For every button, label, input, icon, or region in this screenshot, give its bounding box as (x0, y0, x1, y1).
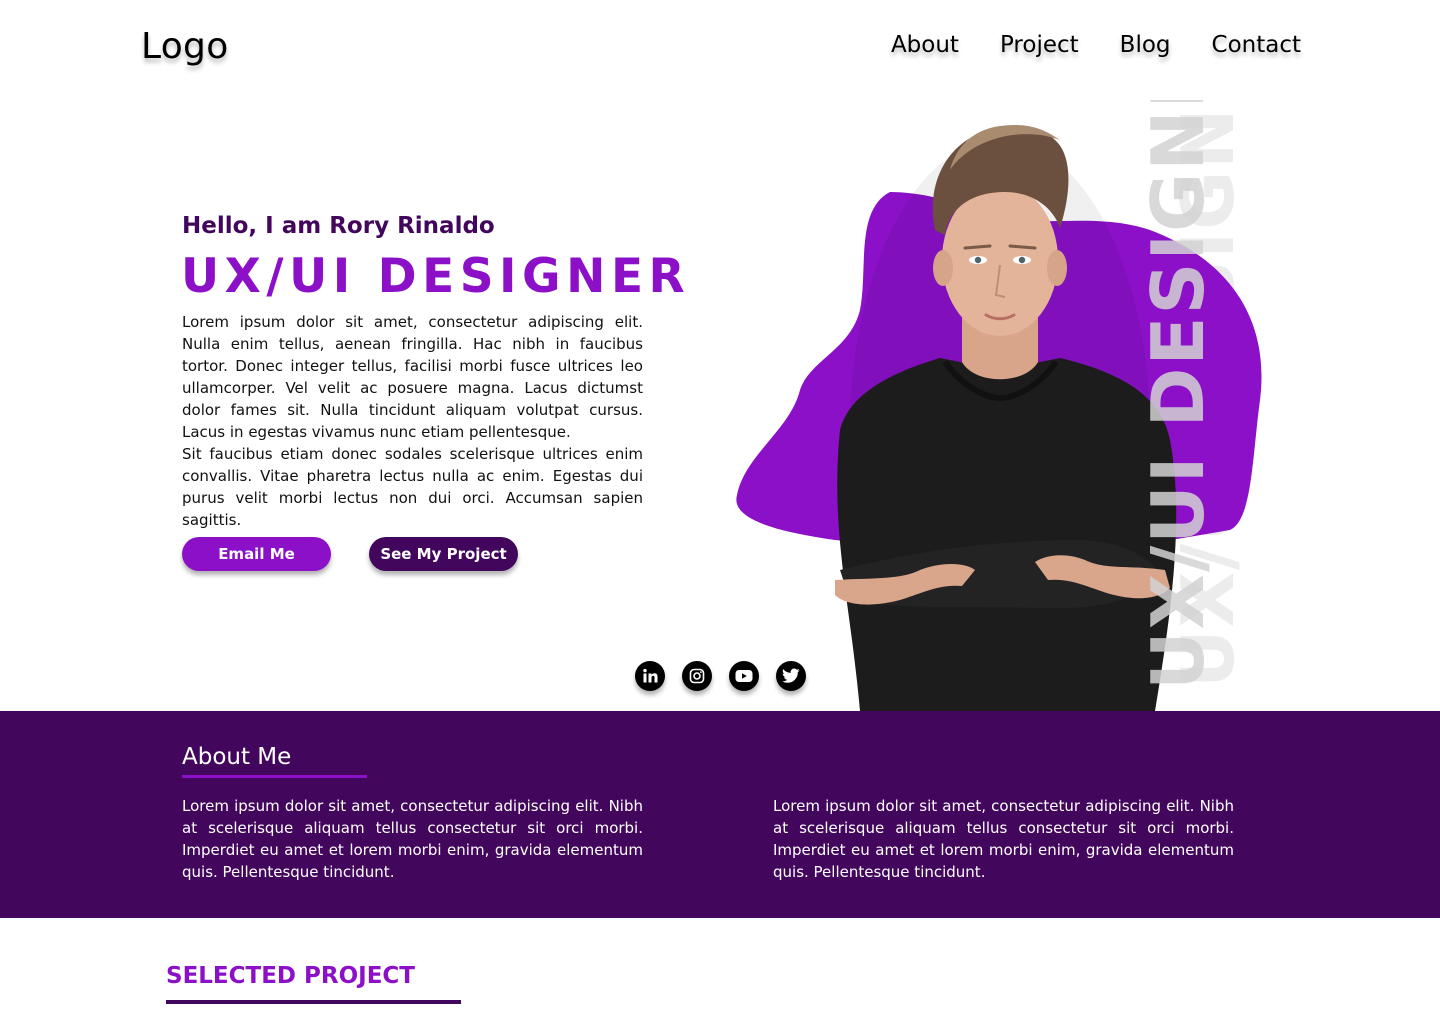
about-title-underline (182, 775, 367, 778)
about-text-right: Lorem ipsum dolor sit amet, consectetur … (773, 797, 1234, 881)
hero-intro: Lorem ipsum dolor sit amet, consectetur … (182, 311, 643, 531)
selected-project-underline (166, 1000, 461, 1004)
vertical-role-text: UX/UI DESIGNER (1136, 100, 1220, 690)
selected-project-title: SELECTED PROJECT (166, 963, 415, 989)
hero-role: UX/UI DESIGNER (181, 249, 691, 304)
nav-contact[interactable]: Contact (1212, 32, 1301, 58)
hero-image: UX/UI DESIGNER UX/UI DESIGNER (700, 100, 1300, 711)
email-me-button[interactable]: Email Me (182, 537, 331, 571)
see-project-button[interactable]: See My Project (369, 537, 518, 571)
main-nav: About Project Blog Contact (891, 32, 1301, 58)
about-text-left: Lorem ipsum dolor sit amet, consectetur … (182, 797, 643, 881)
logo[interactable]: Logo (141, 26, 229, 67)
hero-greeting: Hello, I am Rory Rinaldo (182, 213, 495, 239)
hero-intro-paragraph-1: Lorem ipsum dolor sit amet, consectetur … (182, 313, 643, 441)
nav-about[interactable]: About (891, 32, 959, 58)
about-title: About Me (182, 744, 292, 770)
nav-project[interactable]: Project (1000, 32, 1079, 58)
about-section: About Me Lorem ipsum dolor sit amet, con… (0, 711, 1440, 918)
hero-intro-paragraph-2: Sit faucibus etiam donec sodales sceleri… (182, 445, 643, 529)
linkedin-icon[interactable] (635, 661, 665, 691)
nav-blog[interactable]: Blog (1120, 32, 1171, 58)
